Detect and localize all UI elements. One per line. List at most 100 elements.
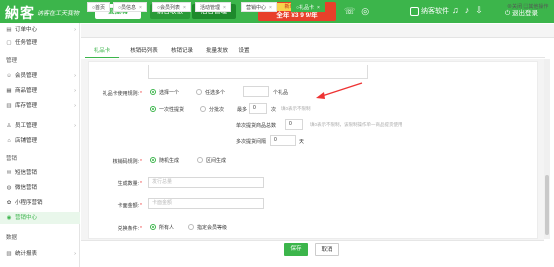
cond-label-text: 兑换条件:	[117, 226, 140, 232]
tab-marketing[interactable]: 营销中心 ×	[241, 2, 277, 12]
radio-single[interactable]: 选择一个	[150, 89, 179, 96]
required-mark: *	[140, 91, 142, 97]
radio-multi[interactable]: 任选多个	[196, 89, 225, 96]
close-icon[interactable]: ×	[223, 5, 226, 11]
radio-dot	[150, 224, 156, 231]
sidebar-item-label: 短信营销	[15, 170, 38, 176]
sidebar-item-staff[interactable]: ♙ 员工管理 ›	[0, 120, 80, 132]
sidebar-section-data: 数据	[6, 235, 18, 241]
order-icon: ▤	[6, 27, 12, 33]
chevron-right-icon: ›	[74, 103, 76, 109]
stock-icon: ▥	[6, 103, 12, 109]
tab-activity[interactable]: 活动管理 ×	[195, 2, 231, 12]
verify-label-text: 核销码规则:	[112, 159, 140, 165]
single-total-input[interactable]: 0	[285, 119, 303, 130]
max-hint: 填0表示不限制	[281, 106, 311, 111]
top-bar: 納客 讷客在工天我物 要撒嗨 前台收银 后台管理 新年抢先购 全年 ¥3 9 9…	[0, 0, 554, 23]
close-icon[interactable]: ×	[269, 5, 272, 11]
sidebar-item-label: 会员管理	[15, 73, 38, 79]
tab-label: 首页	[95, 5, 106, 11]
chevron-right-icon: ›	[74, 251, 76, 257]
radio-label: 分批次	[209, 107, 225, 113]
phone-icon[interactable]: ☏	[344, 6, 355, 16]
sidebar-item-label: 员工管理	[15, 123, 38, 129]
top-icons: ☏ ◎	[344, 6, 375, 17]
sidebar-item-shop[interactable]: ⌂ 店铺管理	[0, 135, 80, 147]
qty-input[interactable]: 发行总量	[148, 177, 264, 188]
logout-label: 退出登录	[511, 10, 538, 17]
gift-list-box[interactable]	[148, 65, 368, 79]
brand-area[interactable]: 纳客软件	[410, 6, 449, 16]
bell-icon[interactable]: ♪	[465, 5, 470, 15]
scrollbar-thumb[interactable]	[545, 175, 549, 235]
radio-verify-random[interactable]: 随机生成	[150, 157, 179, 164]
tab-home[interactable]: ○首页	[87, 2, 111, 12]
close-icon[interactable]: ×	[183, 5, 186, 11]
cond-label: 兑换条件:*	[72, 225, 142, 232]
gift-count-input[interactable]	[243, 86, 269, 97]
rule-label: 礼品卡使用规则:*	[72, 90, 142, 97]
sidebar-item-sms[interactable]: ✉ 短信营销	[0, 167, 80, 179]
close-icon[interactable]: ×	[317, 5, 320, 11]
chevron-right-icon: ›	[74, 73, 76, 79]
inner-tab-gift-card[interactable]: 礼品卡	[85, 44, 119, 58]
sidebar-item-label: 任务管理	[15, 40, 38, 46]
radio-label: 所有人	[159, 225, 175, 231]
sidebar-item-tasks[interactable]: ▢ 任务管理	[0, 37, 80, 49]
radio-cond-level[interactable]: 指定会员等级	[188, 224, 227, 231]
tool-icons: ♫ ♪ ⇩	[452, 5, 489, 16]
tab-staff-info[interactable]: ○员信息 ×	[113, 2, 147, 12]
close-icon[interactable]: ×	[139, 5, 142, 11]
tab-gift-card[interactable]: ○礼品卡 ×	[291, 2, 325, 12]
other-actions-label: 其他操作	[528, 4, 549, 10]
max-input[interactable]: 0	[249, 103, 267, 114]
tab-label: 营销中心	[246, 5, 267, 11]
tab-actions[interactable]: ⊗关闭 ▤其他操作	[507, 3, 548, 10]
save-button[interactable]: 保存	[284, 243, 308, 256]
sidebar-item-label: 库存管理	[15, 103, 38, 109]
interval-input[interactable]: 0	[270, 135, 296, 146]
interval-unit: 天	[299, 139, 305, 145]
max-label: 最多	[237, 107, 248, 113]
tab-label: 礼品卡	[299, 5, 315, 11]
sidebar-item-members[interactable]: ☺ 会员管理 ›	[0, 70, 80, 82]
download-icon[interactable]: ⇩	[475, 5, 483, 15]
verify-label: 核销码规则:*	[72, 158, 142, 165]
miniapp-icon: ✿	[6, 200, 12, 206]
inner-tab-records[interactable]: 核销记录	[165, 44, 199, 58]
staff-icon: ♙	[6, 123, 12, 129]
sidebar-item-wechat[interactable]: ◍ 微信营销	[0, 182, 80, 194]
app-logo[interactable]: 納客	[5, 3, 35, 23]
sidebar-item-label: 商品管理	[15, 88, 38, 94]
sidebar-item-reports[interactable]: ▧ 统计报表 ›	[0, 248, 80, 260]
sidebar-item-stock[interactable]: ▥ 库存管理 ›	[0, 100, 80, 112]
tab-label: 员信息	[121, 5, 137, 11]
headset-icon[interactable]: ♫	[452, 5, 459, 15]
tab-member-list[interactable]: ○会员列表 ×	[152, 2, 191, 12]
sidebar-item-marketing[interactable]: ◉ 营销中心	[0, 212, 80, 224]
radio-once[interactable]: 一次性提货	[150, 106, 184, 113]
inner-tab-batch[interactable]: 批量发放	[200, 44, 234, 58]
required-mark: *	[140, 203, 142, 209]
radio-split[interactable]: 分批次	[200, 106, 224, 113]
shop-icon: ⌂	[7, 138, 11, 144]
radio-label: 指定会员等级	[197, 225, 228, 231]
sidebar-item-miniapp[interactable]: ✿ 小程序营销	[0, 197, 80, 209]
form-footer	[81, 240, 544, 267]
sidebar-item-label: 统计报表	[15, 251, 38, 257]
sidebar-item-orders[interactable]: ▤ 订单中心 ›	[0, 24, 80, 36]
radio-dot	[196, 89, 202, 96]
radio-verify-range[interactable]: 区间生成	[197, 157, 226, 164]
radio-label: 随机生成	[159, 158, 180, 164]
inner-tab-codes[interactable]: 核销码列表	[125, 44, 163, 58]
radio-cond-all[interactable]: 所有人	[150, 224, 174, 231]
sidebar-item-goods[interactable]: ▦ 商品管理 ›	[0, 85, 80, 97]
cancel-button[interactable]: 取消	[315, 243, 339, 256]
amount-input[interactable]: 卡面金额	[148, 198, 264, 209]
qty-label: 生成数量:*	[72, 180, 142, 187]
chevron-right-icon: ›	[74, 27, 76, 33]
service-icon[interactable]: ◎	[361, 6, 369, 16]
inner-tab-settings[interactable]: 设置	[230, 44, 258, 58]
qty-label-text: 生成数量:	[117, 181, 140, 187]
sidebar-item-label: 小程序营销	[15, 200, 43, 206]
